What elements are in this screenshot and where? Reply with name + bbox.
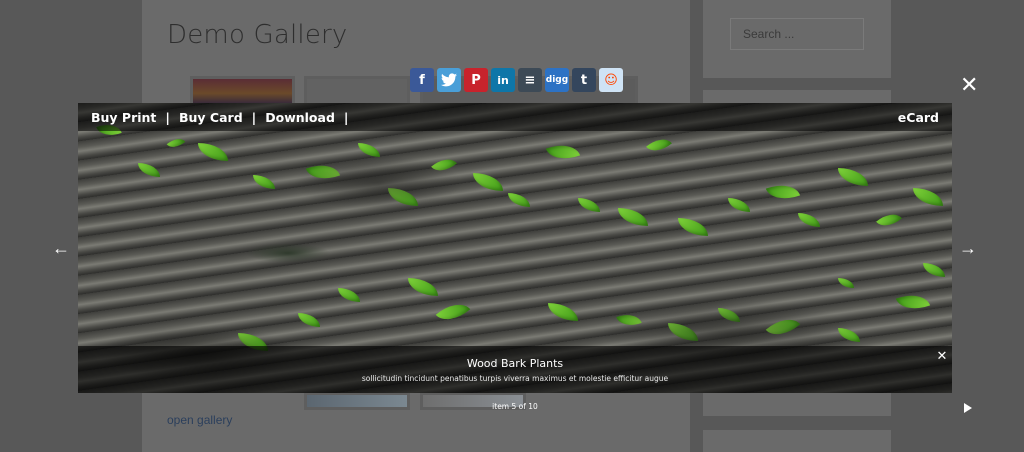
ecard-link[interactable]: eCard	[898, 110, 939, 125]
facebook-icon[interactable]: f	[410, 68, 434, 92]
buffer-icon[interactable]: ≡	[518, 68, 542, 92]
page-title: Demo Gallery	[167, 20, 348, 50]
previous-arrow-icon[interactable]: ←	[51, 238, 71, 258]
menu-separator: |	[165, 109, 170, 125]
pinterest-icon[interactable]: P	[464, 68, 488, 92]
linkedin-icon[interactable]: in	[491, 68, 515, 92]
open-gallery-link[interactable]: open gallery	[167, 413, 232, 427]
digg-icon[interactable]: digg	[545, 68, 569, 92]
sidebar-widget	[703, 430, 891, 452]
gallery-thumbnail[interactable]	[304, 76, 410, 106]
slideshow-play-icon[interactable]	[964, 403, 972, 413]
gallery-thumbnail[interactable]	[304, 392, 410, 410]
caption-description: sollicitudin tincidunt penatibus turpis …	[361, 374, 669, 383]
tumblr-icon[interactable]: t	[572, 68, 596, 92]
twitter-icon[interactable]	[437, 68, 461, 92]
lightbox-image-container: Buy Print | Buy Card | Download | eCard …	[78, 103, 952, 393]
caption-title: Wood Bark Plants	[466, 357, 564, 370]
lightbox-caption: Wood Bark Plants sollicitudin tincidunt …	[78, 346, 952, 393]
buy-print-link[interactable]: Buy Print	[91, 110, 156, 125]
lightbox-close-icon[interactable]: ✕	[960, 74, 978, 96]
item-counter: item 5 of 10	[492, 402, 538, 411]
buy-card-link[interactable]: Buy Card	[179, 110, 243, 125]
share-bar: f P in ≡ digg t ☺	[410, 68, 623, 92]
gallery-thumbnail[interactable]	[190, 76, 295, 106]
menu-separator: |	[251, 109, 257, 125]
download-link[interactable]: Download	[265, 110, 335, 125]
caption-close-icon[interactable]: ✕	[936, 349, 948, 362]
lightbox-menu-bar: Buy Print | Buy Card | Download | eCard	[78, 103, 952, 131]
menu-separator: |	[343, 109, 349, 125]
search-input[interactable]: Search ...	[730, 18, 864, 50]
reddit-icon[interactable]: ☺	[599, 68, 623, 92]
next-arrow-icon[interactable]: →	[958, 238, 978, 258]
